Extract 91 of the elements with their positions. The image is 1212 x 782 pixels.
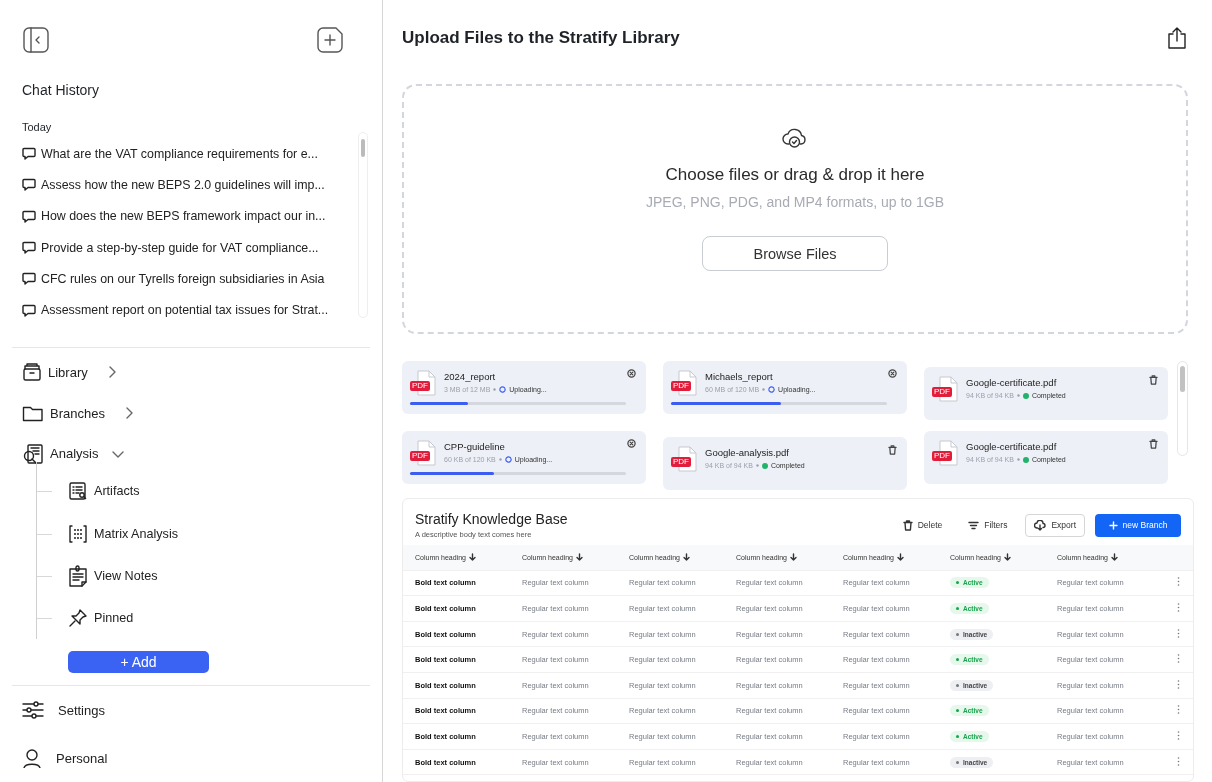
status-dot-icon [1022,456,1029,463]
chat-item[interactable]: Provide a step-by-step guide for VAT compliance... [22,232,358,264]
checklist-search-icon [68,481,88,502]
export-button[interactable]: Export [1025,513,1085,537]
nav-subitem[interactable]: Pinned [37,597,374,640]
sort-arrow-icon [1111,553,1118,562]
spinner-icon [499,386,507,393]
add-button[interactable]: + Add [68,651,209,673]
file-type-badge: PDF [410,381,430,391]
trash-icon[interactable] [1149,375,1158,385]
dropzone[interactable]: Choose files or drag & drop it here JPEG, PNG, PDG, and MP4 formats, up to 1GB Browse Files [402,84,1188,334]
chat-bubble-icon [22,241,36,255]
file-type-badge: PDF [410,451,430,461]
sort-arrow-icon [1004,553,1011,562]
file-name: CPP-guideline [444,441,506,452]
trash-icon [902,519,913,531]
cancel-icon[interactable] [888,369,897,378]
sort-arrow-icon [790,553,797,562]
dropzone-hint: JPEG, PNG, PDG, and MP4 formats, up to 1GB [646,194,944,210]
more-options-icon[interactable] [1177,628,1180,640]
chat-item[interactable]: What are the VAT compliance requirements for e... [22,138,358,170]
new-chat-icon[interactable] [316,26,344,54]
chat-bubble-icon [22,303,36,317]
browse-files-button[interactable]: Browse Files [702,236,888,271]
plus-icon [1108,520,1118,530]
page-title: Upload Files to the Stratify Library [402,28,680,48]
share-icon[interactable] [1166,26,1188,50]
separator-dot-icon [498,458,502,461]
group-label: Today [22,121,53,133]
status-dot-icon [761,462,768,469]
separator-dot-icon [1016,394,1020,397]
trash-icon[interactable] [888,445,897,455]
document-search-icon [22,442,44,465]
archive-box-icon [22,362,42,383]
chat-item[interactable]: CFC rules on our Tyrells foreign subsidiaries in Asia [22,263,358,295]
sliders-icon [22,700,44,720]
trash-icon[interactable] [1149,439,1158,449]
cancel-icon[interactable] [627,369,636,378]
clipboard-note-icon [68,564,88,587]
more-options-icon[interactable] [1177,603,1180,614]
file-type-badge: PDF [671,457,691,467]
cancel-icon[interactable] [627,439,636,448]
sort-arrow-icon [469,553,476,562]
sort-arrow-icon [897,553,904,562]
nav-item[interactable]: Branches [22,392,374,434]
separator-dot-icon [755,464,759,467]
file-name: Google-certificate.pdf [966,441,1058,452]
user-icon [22,748,42,768]
chat-item[interactable]: How does the new BEPS framework impact our in... [22,200,358,232]
more-options-icon[interactable] [1177,577,1180,589]
collapse-sidebar-icon[interactable] [22,26,50,54]
cloud-check-icon [782,126,808,150]
file-name: Michaels_report [705,371,774,382]
file-name: Google-analysis.pdf [705,447,790,458]
more-options-icon[interactable] [1177,679,1180,691]
file-name: Google-certificate.pdf [966,377,1058,388]
sort-arrow-icon [576,553,583,562]
dot-grid-icon [68,523,88,544]
spinner-icon [768,386,776,393]
file-type-badge: PDF [932,451,952,461]
chat-item[interactable]: Assess how the new BEPS 2.0 guidelines will imp... [22,169,358,201]
pushpin-icon [68,608,88,629]
file-type-badge: PDF [932,387,952,397]
chat-item[interactable]: Assessment report on potential tax issues for Strat... [22,294,358,326]
dropzone-heading: Choose files or drag & drop it here [665,165,925,185]
more-options-icon[interactable] [1177,654,1180,666]
separator-dot-icon [493,388,497,391]
file-type-badge: PDF [671,381,691,391]
nav-item[interactable]: Personal [22,734,374,782]
separator-dot-icon [762,388,766,391]
section-title: Chat History [22,82,101,98]
sort-arrow-icon [683,553,690,562]
more-options-icon[interactable] [1177,730,1180,742]
chat-bubble-icon [22,147,36,161]
spinner-icon [504,456,512,463]
chat-bubble-icon [22,272,36,286]
nav-item[interactable]: Library [22,351,374,393]
more-options-icon[interactable] [1177,705,1180,717]
more-options-icon[interactable] [1177,756,1180,768]
chat-bubble-icon [22,178,36,192]
chat-bubble-icon [22,209,36,223]
table-title: Stratify Knowledge Base [415,511,568,527]
file-name: 2024_report [444,371,497,382]
separator-dot-icon [1016,458,1020,461]
new-branch-button[interactable]: new Branch [1095,513,1181,537]
nav-item[interactable]: Settings [22,686,374,734]
status-dot-icon [1022,392,1029,399]
nav-subitem[interactable]: Matrix Analysis [37,512,374,555]
nav-subitem[interactable]: View Notes [37,554,374,597]
cloud-download-icon [1034,519,1047,531]
filter-icon [968,520,980,530]
